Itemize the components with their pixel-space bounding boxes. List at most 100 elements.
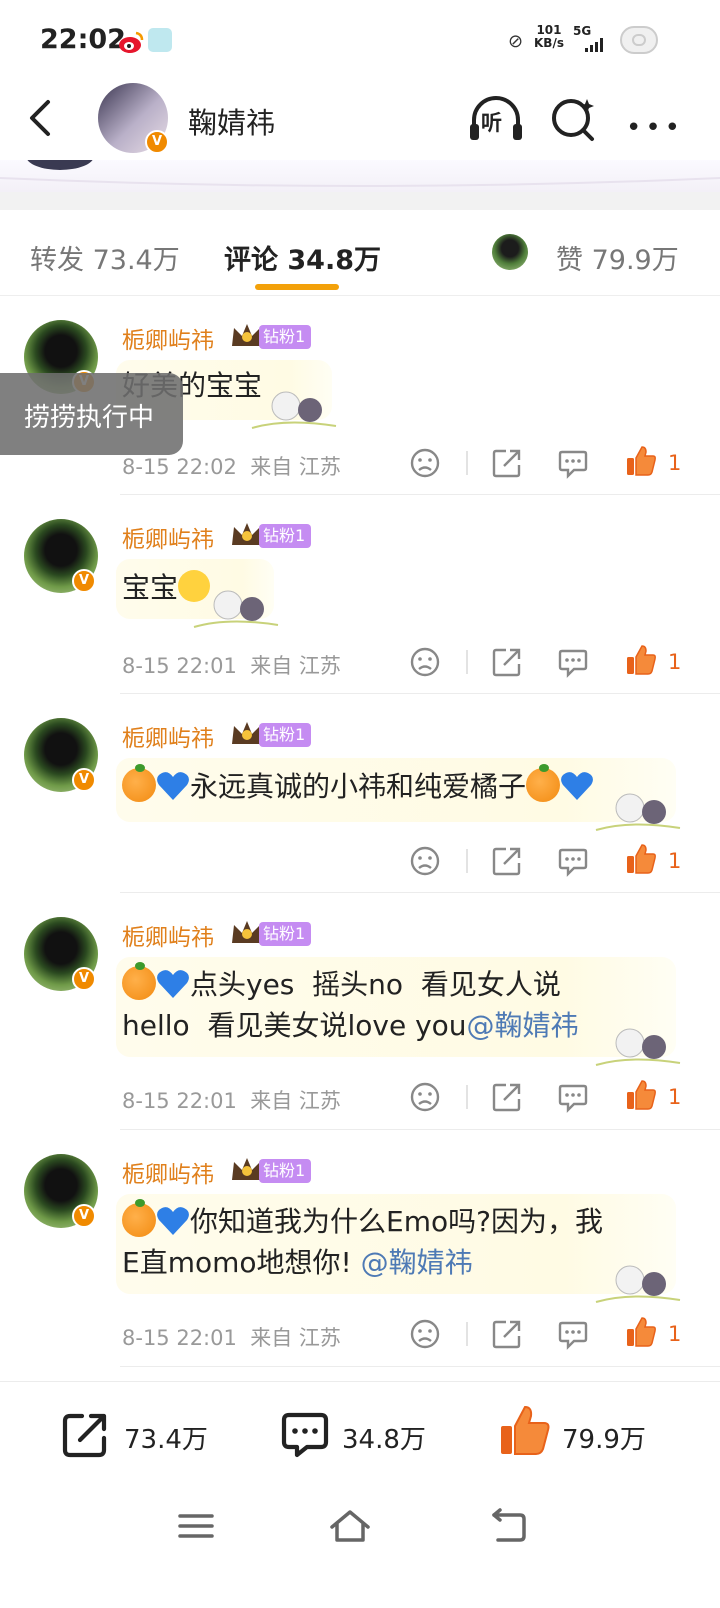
like-count: 1 <box>668 1322 682 1346</box>
action-divider <box>466 1322 468 1346</box>
post-content-edge <box>0 160 720 192</box>
active-tab-indicator <box>255 284 339 290</box>
action-divider <box>466 650 468 674</box>
fan-level-badge: 钻粉1 <box>259 922 312 946</box>
reply-icon[interactable] <box>556 645 590 679</box>
dislike-face-icon[interactable] <box>408 1080 442 1114</box>
fan-level-badge: 钻粉1 <box>259 723 312 747</box>
comment-text: 永远真诚的小祎和纯爱橘子 <box>122 764 594 807</box>
comment-text: 点头yes 摇头no 看见女人说 hello 看见美女说love you@鞠婧祎 <box>122 962 579 1042</box>
author-name[interactable]: 鞠婧祎 <box>188 100 275 142</box>
action-divider <box>466 1085 468 1109</box>
dislike-face-icon[interactable] <box>408 844 442 878</box>
repost-count[interactable]: 73.4万 <box>124 1419 208 1456</box>
orange-emoji-icon <box>526 764 561 802</box>
dislike-face-icon[interactable] <box>408 645 442 679</box>
back-arrow-icon[interactable] <box>22 96 62 140</box>
tab-like[interactable]: 赞 79.9万 <box>556 238 679 277</box>
comment-separator <box>120 1129 720 1130</box>
comment-meta: 8-15 22:02 来自 江苏 <box>122 455 341 479</box>
verified-badge-icon: V <box>72 768 96 792</box>
orange-emoji-icon <box>122 962 156 1000</box>
search-icon[interactable] <box>550 95 598 143</box>
reply-icon[interactable] <box>556 844 590 878</box>
orange-emoji-icon <box>122 1199 156 1237</box>
commenter-name[interactable]: 栀卿屿祎 <box>122 520 214 554</box>
listen-label: 听 <box>481 111 502 135</box>
share-icon[interactable] <box>490 1317 524 1351</box>
back-nav-icon[interactable] <box>486 1507 530 1545</box>
commenter-name[interactable]: 栀卿屿祎 <box>122 719 214 753</box>
comment-icon[interactable] <box>280 1410 330 1460</box>
verified-badge-icon: V <box>72 569 96 593</box>
reply-icon[interactable] <box>556 1080 590 1114</box>
reply-icon[interactable] <box>556 446 590 480</box>
comment-separator <box>120 494 720 495</box>
floating-toast[interactable]: 捞捞执行中 <box>0 373 183 455</box>
comment-separator <box>120 892 720 893</box>
mention-link[interactable]: @鞠婧祎 <box>467 1009 579 1042</box>
like-thumb-icon[interactable] <box>624 1315 658 1349</box>
like-thumb-icon[interactable] <box>498 1404 552 1458</box>
repost-icon[interactable] <box>60 1410 110 1460</box>
tab-comment[interactable]: 评论 34.8万 <box>224 238 381 277</box>
share-icon[interactable] <box>490 844 524 878</box>
dislike-face-icon[interactable] <box>408 1317 442 1351</box>
like-thumb-icon[interactable] <box>624 444 658 478</box>
comment-count[interactable]: 34.8万 <box>342 1419 426 1456</box>
app-notification-icon <box>148 28 172 52</box>
comment-separator <box>120 1366 720 1367</box>
share-icon[interactable] <box>490 446 524 480</box>
blue-heart-emoji-icon <box>157 772 189 800</box>
status-bar: 22:02 ⊘ 101 KB/s 5G <box>0 0 720 80</box>
system-nav-bar <box>0 1491 720 1608</box>
top-header: V 鞠婧祎 听 ••• <box>0 80 720 160</box>
status-time: 22:02 <box>40 24 126 55</box>
no-signal-icon: ⊘ <box>508 31 524 52</box>
fan-level-badge: 钻粉1 <box>259 325 312 349</box>
like-count: 1 <box>668 849 682 873</box>
share-icon[interactable] <box>490 645 524 679</box>
like-thumb-icon[interactable] <box>624 1078 658 1112</box>
toast-text: 捞捞执行中 <box>24 403 155 433</box>
battery-icon <box>620 26 658 54</box>
like-thumb-icon[interactable] <box>624 643 658 677</box>
home-icon[interactable] <box>328 1507 372 1545</box>
like-count[interactable]: 79.9万 <box>562 1419 646 1456</box>
comment-separator <box>120 693 720 694</box>
weibo-app-icon <box>119 31 144 53</box>
like-count: 1 <box>668 451 682 475</box>
wink-emoji-icon <box>178 570 211 602</box>
reply-icon[interactable] <box>556 1317 590 1351</box>
dislike-face-icon[interactable] <box>408 446 442 480</box>
mention-link[interactable]: @鞠婧祎 <box>361 1246 473 1279</box>
share-icon[interactable] <box>490 1080 524 1114</box>
interaction-tabs: 转发 73.4万 评论 34.8万 赞 79.9万 <box>0 210 720 296</box>
comment-meta: 8-15 22:01 来自 江苏 <box>122 1326 341 1350</box>
net-speed: 101 KB/s <box>534 23 564 50</box>
like-count: 1 <box>668 650 682 674</box>
blue-heart-emoji-icon <box>157 970 189 998</box>
liker-avatar <box>492 234 528 270</box>
verified-badge-icon: V <box>72 1204 96 1228</box>
menu-icon[interactable] <box>174 1507 218 1545</box>
fan-level-badge: 钻粉1 <box>259 524 312 548</box>
more-menu-icon[interactable]: ••• <box>626 113 684 143</box>
section-gap <box>0 192 720 210</box>
comment-text: 你知道我为什么Emo吗?因为，我 E直momo地想你! @鞠婧祎 <box>122 1199 603 1279</box>
blue-heart-emoji-icon <box>157 1207 189 1235</box>
like-thumb-icon[interactable] <box>624 842 658 876</box>
commenter-name[interactable]: 栀卿屿祎 <box>122 321 214 355</box>
like-count: 1 <box>668 1085 682 1109</box>
fan-level-badge: 钻粉1 <box>259 1159 312 1183</box>
signal-bars-icon <box>585 38 603 52</box>
action-divider <box>466 451 468 475</box>
commenter-name[interactable]: 栀卿屿祎 <box>122 918 214 952</box>
tab-repost[interactable]: 转发 73.4万 <box>30 238 180 277</box>
commenter-name[interactable]: 栀卿屿祎 <box>122 1155 214 1189</box>
bottom-action-bar: 73.4万 34.8万 79.9万 <box>0 1381 720 1491</box>
post-edge-decoration <box>0 160 720 187</box>
network-type: 5G <box>573 24 592 38</box>
action-divider <box>466 849 468 873</box>
comment-meta: 8-15 22:01 来自 江苏 <box>122 654 341 678</box>
